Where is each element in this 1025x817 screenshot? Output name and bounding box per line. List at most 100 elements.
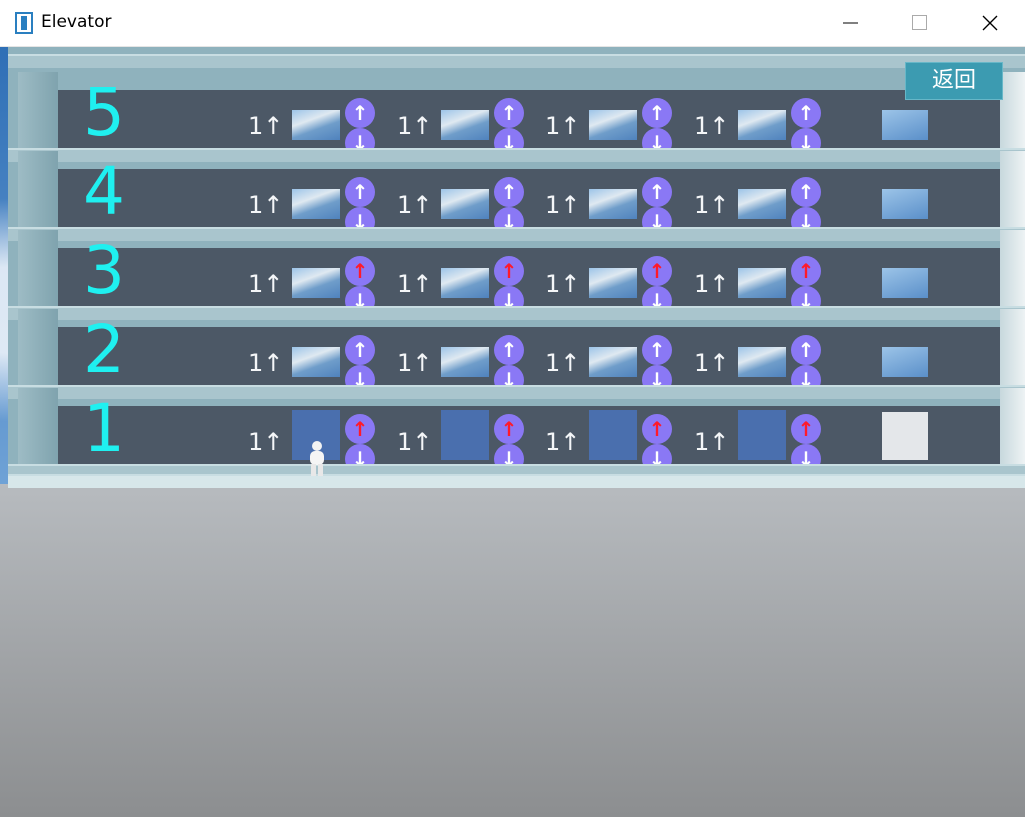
floor-4-interior bbox=[55, 169, 1000, 227]
call-up-button[interactable]: ↑ bbox=[494, 177, 524, 207]
call-up-button[interactable]: ↑ bbox=[642, 335, 672, 365]
floor-window bbox=[882, 347, 928, 377]
elevator-door bbox=[738, 347, 786, 377]
elevator-car-status: 1↑ bbox=[694, 112, 730, 140]
elevator-car-status: 1↑ bbox=[248, 270, 284, 298]
floor-window bbox=[882, 412, 928, 460]
elevator-car-status: 1↑ bbox=[545, 112, 581, 140]
elevator-door bbox=[292, 189, 340, 219]
minimize-button[interactable] bbox=[828, 0, 874, 46]
call-up-button[interactable]: ↑ bbox=[791, 414, 821, 444]
call-up-button[interactable]: ↑ bbox=[345, 98, 375, 128]
elevator-car-status: 1↑ bbox=[545, 191, 581, 219]
elevator-car-status: 1↑ bbox=[248, 428, 284, 456]
elevator-car-status: 1↑ bbox=[545, 349, 581, 377]
floor-4-right-wall bbox=[1000, 151, 1025, 227]
call-up-button[interactable]: ↑ bbox=[345, 256, 375, 286]
elevator-car-status: 1↑ bbox=[545, 428, 581, 456]
elevator-car-status: 1↑ bbox=[397, 191, 433, 219]
call-up-button[interactable]: ↑ bbox=[494, 256, 524, 286]
elevator-door bbox=[738, 110, 786, 140]
elevator-car-status: 1↑ bbox=[397, 112, 433, 140]
elevator-door bbox=[292, 347, 340, 377]
elevator-door bbox=[589, 268, 637, 298]
call-up-button[interactable]: ↑ bbox=[494, 414, 524, 444]
elevator-door bbox=[441, 410, 489, 460]
elevator-door bbox=[738, 268, 786, 298]
elevator-door bbox=[589, 410, 637, 460]
floor-number: 5 bbox=[83, 74, 125, 151]
floor-number: 2 bbox=[83, 311, 125, 388]
elevator-door bbox=[589, 110, 637, 140]
floor-number: 3 bbox=[83, 232, 125, 309]
back-button[interactable]: 返回 bbox=[905, 62, 1003, 100]
elevator-door bbox=[589, 347, 637, 377]
elevator-door bbox=[738, 189, 786, 219]
floor-number: 4 bbox=[83, 153, 125, 230]
elevator-door bbox=[589, 189, 637, 219]
elevator-door bbox=[441, 268, 489, 298]
elevator-car-status: 1↑ bbox=[397, 270, 433, 298]
floor-3-right-wall bbox=[1000, 230, 1025, 306]
floor-1-right-wall bbox=[1000, 388, 1025, 464]
call-up-button[interactable]: ↑ bbox=[642, 414, 672, 444]
elevator-car-status: 1↑ bbox=[694, 349, 730, 377]
floor-number: 1 bbox=[83, 390, 125, 467]
floor-2-right-wall bbox=[1000, 309, 1025, 385]
call-up-button[interactable]: ↑ bbox=[791, 98, 821, 128]
elevator-car-status: 1↑ bbox=[248, 191, 284, 219]
passenger-figure bbox=[310, 441, 324, 476]
call-up-button[interactable]: ↑ bbox=[345, 414, 375, 444]
floor-5-right-wall bbox=[1000, 72, 1025, 148]
floor-window bbox=[882, 110, 928, 140]
call-up-button[interactable]: ↑ bbox=[494, 98, 524, 128]
floor-slab bbox=[8, 148, 1025, 162]
maximize-icon bbox=[912, 15, 927, 30]
call-up-button[interactable]: ↑ bbox=[642, 177, 672, 207]
floor-1-left-wall bbox=[18, 388, 58, 464]
call-up-button[interactable]: ↑ bbox=[494, 335, 524, 365]
close-button[interactable] bbox=[967, 0, 1013, 46]
ground-floor-slab bbox=[8, 474, 1025, 488]
floor-slab bbox=[8, 54, 1025, 68]
floor-slab bbox=[8, 227, 1025, 241]
window-titlebar: Elevator bbox=[0, 0, 1025, 47]
elevator-car-status: 1↑ bbox=[694, 191, 730, 219]
floor-slab bbox=[8, 306, 1025, 320]
elevator-car-status: 1↑ bbox=[694, 428, 730, 456]
call-up-button[interactable]: ↑ bbox=[642, 256, 672, 286]
maximize-button[interactable] bbox=[897, 0, 943, 46]
elevator-scene: 5 1↑ ↑ ↓ 1↑ ↑ ↓ 1↑ ↑ ↓ 1↑ ↑ ↓ 4 1↑ ↑ ↓ 1↑ ↑ ↓ 1↑ ↑ ↓ 1↑ ↑ ↓ 3 1↑ ↑ ↓ 1… bbox=[0, 46, 1025, 817]
floor-slab bbox=[8, 385, 1025, 399]
call-up-button[interactable]: ↑ bbox=[791, 256, 821, 286]
elevator-car-status: 1↑ bbox=[248, 112, 284, 140]
floor-1-interior bbox=[55, 406, 1000, 464]
floor-window bbox=[882, 268, 928, 298]
close-icon bbox=[982, 15, 998, 31]
call-up-button[interactable]: ↑ bbox=[642, 98, 672, 128]
floor-2-interior bbox=[55, 327, 1000, 385]
floor-3-interior bbox=[55, 248, 1000, 306]
floor-5-interior bbox=[55, 90, 1000, 148]
floor-2-left-wall bbox=[18, 309, 58, 385]
elevator-door bbox=[441, 110, 489, 140]
elevator-door bbox=[441, 347, 489, 377]
minimize-icon bbox=[843, 22, 858, 24]
elevator-door bbox=[441, 189, 489, 219]
call-up-button[interactable]: ↑ bbox=[345, 335, 375, 365]
elevator-app-icon bbox=[15, 12, 33, 34]
elevator-car-status: 1↑ bbox=[397, 349, 433, 377]
call-up-button[interactable]: ↑ bbox=[791, 335, 821, 365]
call-up-button[interactable]: ↑ bbox=[345, 177, 375, 207]
elevator-door bbox=[738, 410, 786, 460]
elevator-car-status: 1↑ bbox=[397, 428, 433, 456]
ground-plane bbox=[0, 484, 1025, 817]
floor-window bbox=[882, 189, 928, 219]
floor-3-left-wall bbox=[18, 230, 58, 306]
window-title: Elevator bbox=[41, 12, 112, 32]
elevator-car-status: 1↑ bbox=[694, 270, 730, 298]
floor-5-left-wall bbox=[18, 72, 58, 148]
call-up-button[interactable]: ↑ bbox=[791, 177, 821, 207]
elevator-door bbox=[292, 110, 340, 140]
elevator-door bbox=[292, 268, 340, 298]
